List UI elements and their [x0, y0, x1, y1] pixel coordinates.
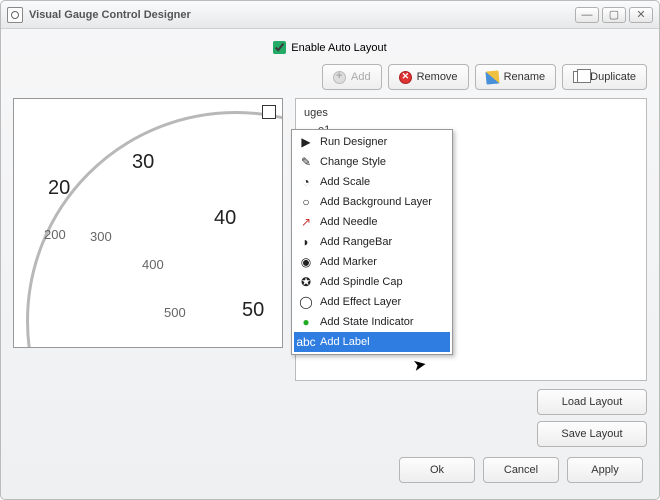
- duplicate-icon: [573, 71, 585, 83]
- maximize-button[interactable]: ▢: [602, 7, 626, 23]
- pencil-icon: [485, 70, 499, 84]
- gauge-tick-40: 40: [214, 207, 236, 230]
- marker-icon: ◉: [298, 254, 314, 270]
- menu-add-spindle[interactable]: ✪Add Spindle Cap: [294, 272, 450, 292]
- play-icon: ▶: [298, 134, 314, 150]
- menu-run-designer[interactable]: ▶Run Designer: [294, 132, 450, 152]
- scale-icon: ◔: [298, 174, 314, 190]
- menu-add-effect[interactable]: ◯Add Effect Layer: [294, 292, 450, 312]
- gauge-tick-500: 500: [164, 305, 186, 320]
- toolbar: Add Remove Rename Duplicate: [13, 64, 647, 90]
- layer-icon: ○: [298, 194, 314, 210]
- enable-auto-layout-checkbox[interactable]: Enable Auto Layout: [273, 41, 386, 54]
- designer-window: Visual Gauge Control Designer — ▢ ✕ Enab…: [0, 0, 660, 500]
- gauge-tick-300: 300: [90, 229, 112, 244]
- ok-button[interactable]: Ok: [399, 457, 475, 483]
- gauge-tick-200: 200: [44, 227, 66, 242]
- remove-button[interactable]: Remove: [388, 64, 469, 90]
- rename-button[interactable]: Rename: [475, 64, 557, 90]
- gauge-preview: 20 30 40 50 200 300 400 500: [13, 98, 283, 348]
- context-menu: ▶Run Designer ✎Change Style ◔Add Scale ○…: [291, 129, 453, 355]
- app-icon: [7, 7, 23, 23]
- gauge-tick-400: 400: [142, 257, 164, 272]
- gauge-tick-50: 50: [242, 299, 264, 322]
- load-layout-button[interactable]: Load Layout: [537, 389, 647, 415]
- apply-button[interactable]: Apply: [567, 457, 643, 483]
- menu-add-bg-layer[interactable]: ○Add Background Layer: [294, 192, 450, 212]
- gauge-tick-20: 20: [48, 177, 70, 200]
- menu-add-state[interactable]: ●Add State Indicator: [294, 312, 450, 332]
- add-button[interactable]: Add: [322, 64, 382, 90]
- brush-icon: ✎: [298, 154, 314, 170]
- content-area: Enable Auto Layout Add Remove Rename Dup…: [1, 29, 659, 499]
- minimize-button[interactable]: —: [575, 7, 599, 23]
- needle-icon: ↗: [298, 214, 314, 230]
- save-layout-button[interactable]: Save Layout: [537, 421, 647, 447]
- menu-add-rangebar[interactable]: ◗Add RangeBar: [294, 232, 450, 252]
- cancel-button[interactable]: Cancel: [483, 457, 559, 483]
- tree-row[interactable]: uges: [304, 105, 638, 122]
- menu-add-scale[interactable]: ◔Add Scale: [294, 172, 450, 192]
- duplicate-button[interactable]: Duplicate: [562, 64, 647, 90]
- rangebar-icon: ◗: [298, 234, 314, 250]
- close-button[interactable]: ✕: [629, 7, 653, 23]
- menu-add-needle[interactable]: ↗Add Needle: [294, 212, 450, 232]
- dialog-footer: Ok Cancel Apply: [13, 447, 647, 487]
- auto-layout-label: Enable Auto Layout: [291, 42, 386, 54]
- menu-add-marker[interactable]: ◉Add Marker: [294, 252, 450, 272]
- gauge-tick-30: 30: [132, 151, 154, 174]
- menu-add-label[interactable]: abcAdd Label: [294, 332, 450, 352]
- menu-change-style[interactable]: ✎Change Style: [294, 152, 450, 172]
- label-icon: abc: [298, 334, 314, 350]
- plus-icon: [333, 71, 346, 84]
- window-title: Visual Gauge Control Designer: [29, 9, 572, 21]
- state-icon: ●: [298, 314, 314, 330]
- titlebar: Visual Gauge Control Designer — ▢ ✕: [1, 1, 659, 29]
- auto-layout-check-icon[interactable]: [273, 41, 286, 54]
- spindle-icon: ✪: [298, 274, 314, 290]
- effect-icon: ◯: [298, 294, 314, 310]
- remove-icon: [399, 71, 412, 84]
